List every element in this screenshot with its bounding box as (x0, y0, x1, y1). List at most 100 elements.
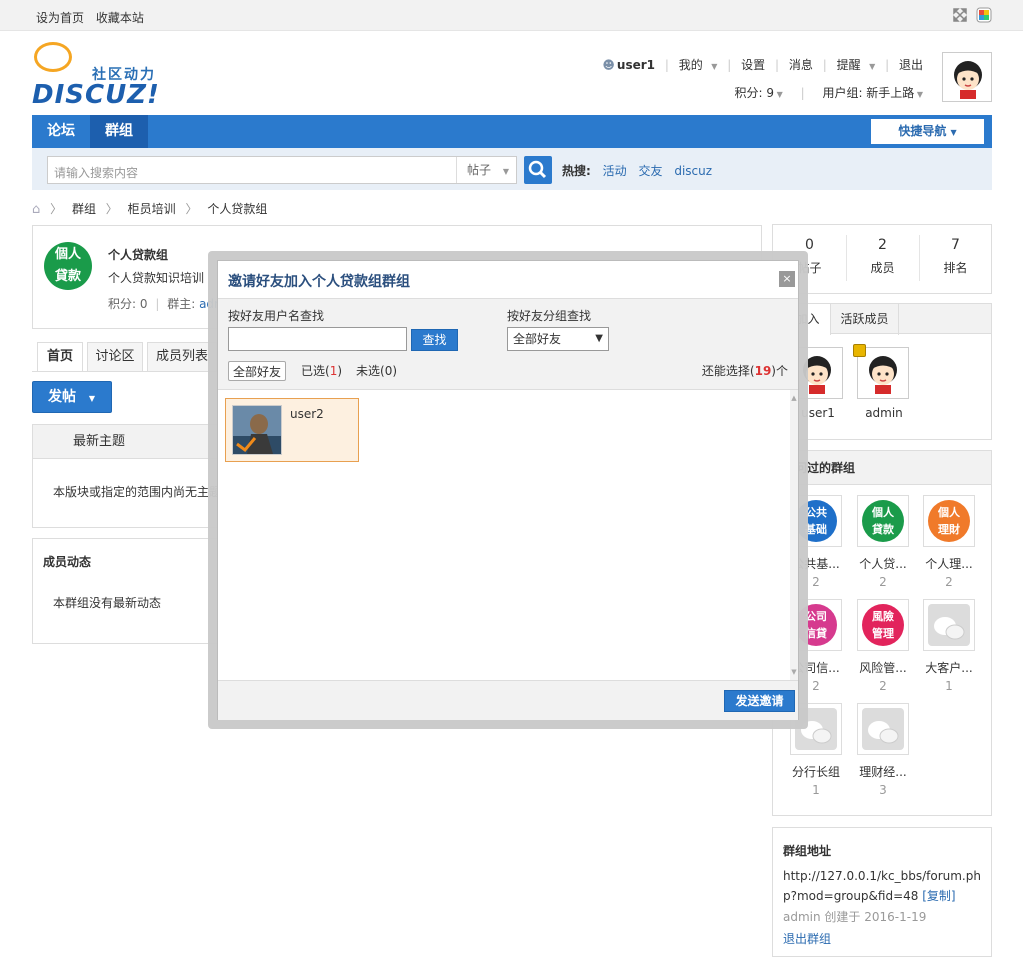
caret-down-icon: ▼ (950, 128, 957, 137)
quit-group-link[interactable]: 退出群组 (783, 928, 981, 950)
my-menu[interactable]: 我的 (679, 58, 703, 72)
logo-bubble-icon (34, 42, 72, 72)
group-thumbnail[interactable] (857, 703, 909, 755)
remain-suffix: 个 (775, 364, 788, 378)
scroll-up-icon[interactable]: ▲ (790, 394, 798, 402)
chevron-down-icon: ▼ (866, 62, 876, 71)
hot-search-link[interactable]: 交友 (638, 164, 662, 178)
scroll-down-icon[interactable]: ▼ (790, 668, 798, 676)
group-thumbnail[interactable]: 個人 貸款 (857, 495, 909, 547)
logout-link[interactable]: 退出 (899, 58, 923, 72)
group-member-count: 3 (879, 783, 887, 797)
color-theme-icon[interactable] (976, 7, 992, 23)
points-menu[interactable]: 积分: 9 (735, 86, 775, 100)
messages-link[interactable]: 消息 (789, 58, 813, 72)
new-post-button[interactable]: 发帖 ▼ (32, 381, 112, 413)
fullscreen-icon[interactable] (952, 7, 968, 23)
friend-list: user2 ▲ ▼ (218, 390, 798, 680)
dialog-filters: 按好友用户名查找 按好友分组查找 查找 全部好友 ▼ 全部好友 已选(1) 未选… (218, 298, 798, 390)
search-button[interactable] (524, 156, 552, 184)
breadcrumb-item[interactable]: 群组 (72, 202, 96, 216)
scrollbar[interactable]: ▲ ▼ (790, 390, 798, 680)
filter-selected-label: 已选 (301, 364, 326, 378)
filter-unselected[interactable]: 未选(0) (356, 361, 397, 381)
breadcrumb-item[interactable]: 柜员培训 (128, 202, 176, 216)
chevron-down-icon: ▼ (774, 90, 783, 99)
group-address-box: 群组地址 http://127.0.0.1/kc_bbs/forum.php?m… (772, 827, 992, 957)
group-name-link[interactable]: 分行长组 (784, 763, 848, 780)
settings-link[interactable]: 设置 (741, 58, 765, 72)
group-badge-text: 管理 (872, 627, 894, 640)
chevron-down-icon: ▼ (914, 90, 923, 99)
chevron-right-icon: 〉 (185, 202, 198, 216)
group-thumbnail[interactable]: 個人 理財 (923, 495, 975, 547)
hot-search-link[interactable]: 活动 (603, 164, 627, 178)
group-thumbnail[interactable]: 風險 管理 (857, 599, 909, 651)
tab-active-members[interactable]: 活跃成员 (831, 304, 899, 335)
user-avatar[interactable] (942, 52, 992, 102)
top-bar: 设为首页 收藏本站 (0, 0, 1023, 31)
remain-count: 19 (754, 364, 772, 378)
friend-item[interactable]: user2 (225, 398, 359, 462)
usergroup-menu[interactable]: 用户组: 新手上路 (822, 86, 914, 100)
breadcrumb-item[interactable]: 个人贷款组 (207, 202, 267, 216)
group-name-link[interactable]: 个人贷... (851, 555, 915, 572)
friend-group-value: 全部好友 (513, 332, 562, 346)
address-meta: admin 创建于 2016-1-19 (783, 910, 927, 924)
invite-dialog: 邀请好友加入个人贷款组群组 × 按好友用户名查找 按好友分组查找 查找 全部好友… (217, 260, 799, 720)
divider: | (800, 86, 805, 100)
search-icon (528, 160, 547, 179)
tab-member-list[interactable]: 成员列表 (147, 342, 217, 372)
friend-group-select[interactable]: 全部好友 ▼ (507, 327, 609, 351)
divider: | (155, 297, 160, 311)
site-logo[interactable]: 社区动力 DISCUZ! (32, 42, 172, 110)
divider: | (727, 58, 732, 72)
tab-discussion[interactable]: 讨论区 (87, 342, 143, 372)
quick-nav-label: 快捷导航 (898, 124, 947, 138)
send-invite-button[interactable]: 发送邀请 (724, 690, 795, 712)
find-button[interactable]: 查找 (411, 329, 458, 351)
group-name-link[interactable]: 个人理... (917, 555, 981, 572)
address-url: http://127.0.0.1/kc_bbs/forum.php?mod=gr… (783, 866, 981, 906)
filter-all-friends[interactable]: 全部好友 (228, 361, 287, 381)
remaining-selections: 还能选择(19)个 (701, 364, 788, 378)
group-badge-icon: 個人 理財 (928, 500, 970, 542)
close-icon[interactable]: × (779, 271, 795, 287)
bookmark-link[interactable]: 收藏本站 (96, 11, 144, 25)
search-placeholder: 请输入搜索内容 (54, 166, 139, 180)
tab-home[interactable]: 首页 (37, 342, 83, 372)
main-nav: 论坛 群组 快捷导航 ▼ (32, 115, 992, 148)
search-input[interactable]: 请输入搜索内容 帖子 ▼ (47, 156, 517, 184)
default-group-icon (862, 708, 904, 750)
stat-label: 排名 (943, 261, 968, 275)
member-name[interactable]: admin (849, 406, 919, 420)
nav-forum[interactable]: 论坛 (32, 115, 90, 148)
group-member-count: 1 (945, 679, 953, 693)
group-name-link[interactable]: 理财经... (851, 763, 915, 780)
quick-nav-button[interactable]: 快捷导航 ▼ (871, 119, 984, 144)
group-icon: 個人 貸款 (44, 242, 92, 290)
copy-link[interactable]: [复制] (922, 889, 955, 903)
home-icon[interactable]: ⌂ (32, 202, 40, 217)
group-name-link[interactable]: 大客户... (917, 659, 981, 676)
chevron-right-icon: 〉 (105, 202, 118, 216)
friend-name-input[interactable] (228, 327, 407, 351)
reminders-menu[interactable]: 提醒 (837, 58, 861, 72)
top-links: 设为首页 收藏本站 (36, 9, 152, 26)
group-name-link[interactable]: 风险管... (851, 659, 915, 676)
user-nav: ☻ user1 | 我的 ▼ | 设置 | 消息 | 提醒 ▼ | 退出 (596, 56, 923, 73)
set-home-link[interactable]: 设为首页 (36, 11, 84, 25)
filter-selected[interactable]: 已选(1) (301, 361, 342, 381)
stat-rank: 7 排名 (919, 237, 992, 276)
user-icon: ☻ (602, 58, 615, 72)
dialog-title: 邀请好友加入个人贷款组群组 (228, 274, 410, 290)
hot-search-link[interactable]: discuz (674, 164, 712, 178)
search-bar: 请输入搜索内容 帖子 ▼ 热搜: 活动 交友 discuz (32, 148, 992, 190)
nav-groups[interactable]: 群组 (90, 115, 148, 148)
chevron-right-icon: 〉 (50, 202, 63, 216)
username-link[interactable]: user1 (617, 58, 655, 72)
group-thumbnail[interactable] (923, 599, 975, 651)
search-type-select[interactable]: 帖子 ▼ (456, 157, 518, 183)
group-member-count: 1 (812, 783, 820, 797)
cartoon-face-icon (869, 356, 897, 394)
